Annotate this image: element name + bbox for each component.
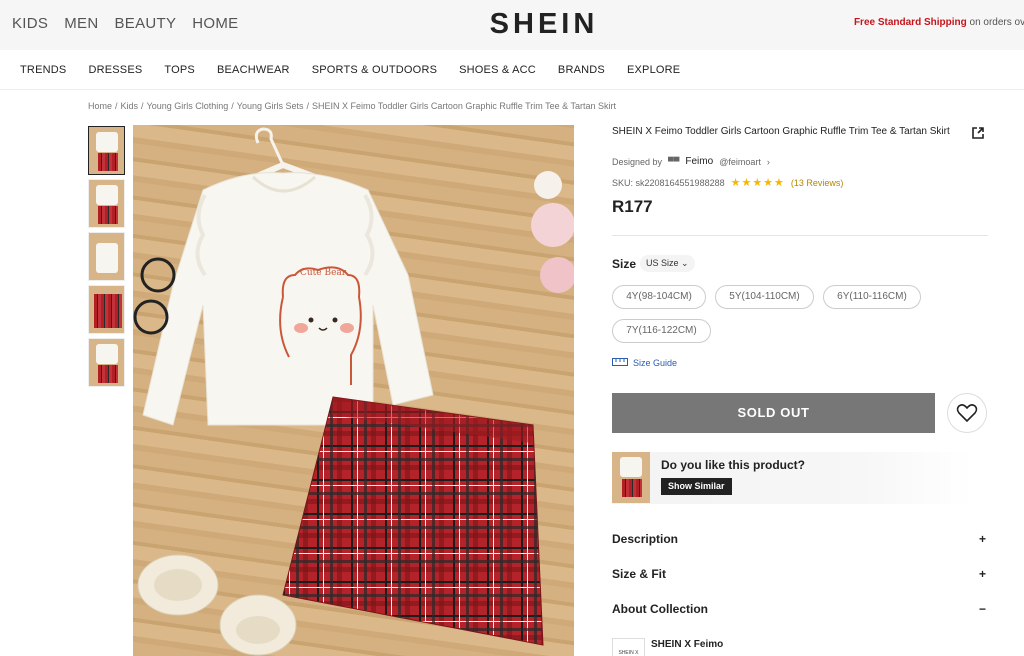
description-toggle[interactable]: Description + [612, 532, 988, 552]
designer-name: Feimo [685, 156, 714, 167]
nav-explore[interactable]: EXPLORE [627, 64, 680, 76]
plus-icon: + [978, 532, 986, 546]
description-label: Description [612, 532, 679, 546]
size-option-6y[interactable]: 6Y(110-116CM) [823, 285, 921, 309]
sold-out-button[interactable]: SOLD OUT [612, 393, 935, 433]
breadcrumb-kids[interactable]: Kids [121, 101, 139, 111]
size-option-4y[interactable]: 4Y(98-104CM) [612, 285, 706, 309]
divider [612, 235, 988, 236]
nav-beachwear[interactable]: BEACHWEAR [217, 64, 290, 76]
thumbnail-5[interactable] [88, 338, 125, 387]
like-question: Do you like this product? [661, 458, 806, 472]
chevron-right-icon: › [766, 156, 770, 167]
nav-sports-outdoors[interactable]: SPORTS & OUTDOORS [312, 64, 437, 76]
about-collection-toggle[interactable]: About Collection − [612, 602, 988, 622]
minus-icon: − [978, 602, 986, 616]
breadcrumb-current: SHEIN X Feimo Toddler Girls Cartoon Grap… [312, 101, 616, 111]
recommendation-thumbnail[interactable] [612, 452, 650, 503]
size-fit-toggle[interactable]: Size & Fit + [612, 567, 988, 587]
wishlist-button[interactable] [947, 393, 987, 433]
breadcrumb-home[interactable]: Home [88, 101, 112, 111]
collection-logo[interactable]: SHEIN X [612, 638, 645, 656]
price: R177 [612, 197, 653, 216]
nav-brands[interactable]: BRANDS [558, 64, 605, 76]
thumbnail-2[interactable] [88, 179, 125, 228]
size-system-value: US Size [646, 258, 679, 268]
size-option-5y[interactable]: 5Y(104-110CM) [715, 285, 814, 309]
sku-row: SKU: sk2208164551988288 ★★★★★ (13 Review… [612, 176, 843, 189]
breadcrumb-young-girls-sets[interactable]: Young Girls Sets [237, 101, 304, 111]
size-guide-label: Size Guide [633, 358, 678, 368]
nav-dresses[interactable]: DRESSES [88, 64, 142, 76]
product-illustration: Cute Bear [133, 127, 574, 656]
nav-trends[interactable]: TRENDS [20, 64, 66, 76]
top-bar: KIDS MEN BEAUTY HOME SHEIN Free Standard… [0, 0, 1024, 50]
designer-handle: @feimoart [719, 156, 761, 167]
size-label: Size [612, 257, 637, 271]
bear-graphic-text: Cute Bear [300, 268, 347, 278]
main-nav: TRENDS DRESSES TOPS BEACHWEAR SPORTS & O… [0, 50, 1024, 90]
ruler-icon [612, 358, 628, 368]
designer-avatar-icon: ▀▀ [668, 157, 680, 166]
thumbnail-list [88, 126, 125, 391]
thumbnail-1[interactable] [88, 126, 125, 175]
heart-icon [956, 404, 978, 423]
collection-name[interactable]: SHEIN X Feimo [651, 639, 723, 650]
nav-tops[interactable]: TOPS [164, 64, 195, 76]
rating-stars-icon: ★★★★★ [730, 177, 785, 189]
sku: SKU: sk2208164551988288 [612, 177, 725, 188]
promo-highlight: Free Standard Shipping [853, 17, 967, 28]
about-collection-label: About Collection [612, 602, 708, 616]
designed-by-label: Designed by [612, 156, 663, 167]
designed-by[interactable]: Designed by ▀▀ Feimo @feimoart › [612, 156, 770, 167]
thumbnail-3[interactable] [88, 232, 125, 281]
chevron-down-icon: ⌄ [681, 258, 689, 268]
size-system-select[interactable]: US Size ⌄ [640, 255, 695, 272]
show-similar-button[interactable]: Show Similar [661, 478, 732, 495]
reviews-link[interactable]: (13 Reviews) [791, 178, 844, 188]
product-title: SHEIN X Feimo Toddler Girls Cartoon Grap… [612, 126, 950, 137]
breadcrumb-young-girls-clothing[interactable]: Young Girls Clothing [147, 101, 229, 111]
thumbnail-4[interactable] [88, 285, 125, 334]
plus-icon: + [978, 567, 986, 581]
breadcrumb: Home / Kids / Young Girls Clothing / Young Gir… [88, 101, 616, 111]
nav-shoes-acc[interactable]: SHOES & ACC [459, 64, 536, 76]
shipping-promo[interactable]: Free Standard Shipping on orders over [854, 17, 1024, 28]
main-product-image[interactable]: Cute Bear [133, 125, 574, 656]
size-guide-link[interactable]: Size Guide [612, 358, 677, 368]
size-option-7y[interactable]: 7Y(116-122CM) [612, 319, 711, 343]
size-fit-label: Size & Fit [612, 567, 667, 581]
share-icon[interactable] [971, 126, 987, 142]
promo-text: on orders over [969, 17, 1024, 28]
